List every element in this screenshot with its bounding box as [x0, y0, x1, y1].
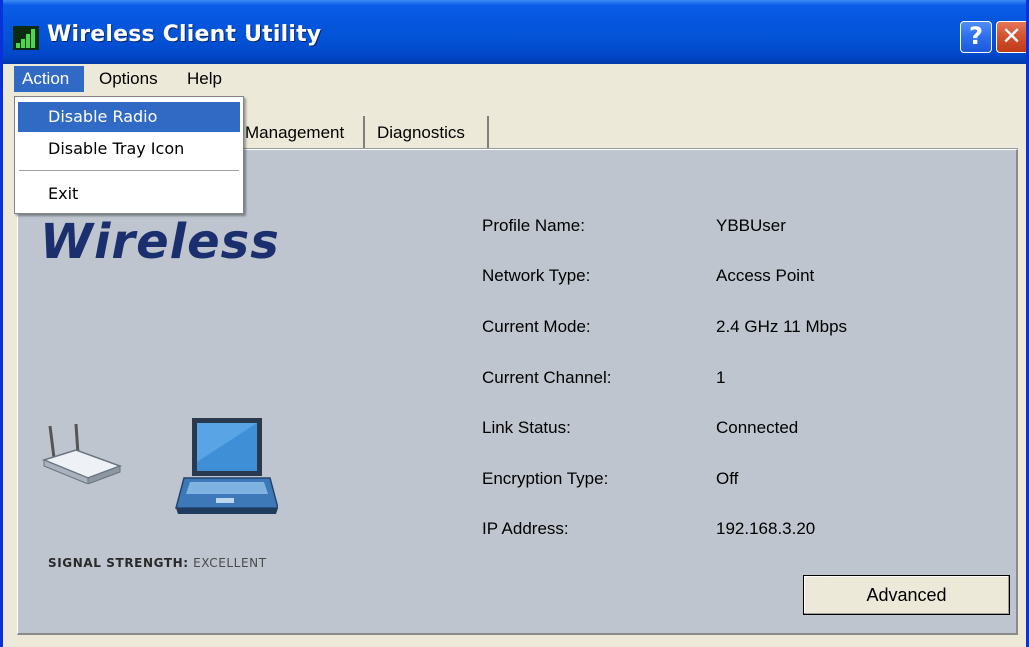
help-button[interactable]: ? [960, 21, 992, 53]
current-mode-value: 2.4 GHz 11 Mbps [716, 317, 848, 336]
menu-item-disable-radio[interactable]: Disable Radio [18, 102, 240, 132]
tab-management[interactable]: Management [243, 116, 365, 149]
network-type-label: Network Type: [482, 266, 591, 285]
link-status-label: Link Status: [482, 418, 571, 437]
wireless-signal-icon [13, 26, 39, 50]
menu-item-exit[interactable]: Exit [18, 179, 240, 209]
laptop-icon [175, 418, 278, 514]
title-bar[interactable]: Wireless Client Utility ? ✕ [3, 0, 1026, 64]
menu-separator [19, 170, 239, 171]
current-channel-value: 1 [716, 368, 726, 387]
encryption-type-value: Off [716, 469, 739, 488]
menu-action[interactable]: Action [14, 66, 84, 92]
encryption-type-label: Encryption Type: [482, 469, 609, 488]
ip-address-value: 192.168.3.20 [716, 519, 816, 538]
router-icon [42, 423, 123, 484]
action-menu-dropdown: Disable Radio Disable Tray Icon Exit [14, 96, 244, 214]
ip-address-label: IP Address: [482, 519, 569, 538]
window-title: Wireless Client Utility [47, 22, 322, 47]
current-channel-label: Current Channel: [482, 368, 612, 387]
network-type-value: Access Point [716, 266, 815, 285]
menu-item-disable-tray-icon[interactable]: Disable Tray Icon [18, 134, 240, 164]
profile-name-value: YBBUser [716, 216, 786, 235]
signal-strength: SIGNAL STRENGTH: EXCELLENT [48, 556, 267, 570]
menu-help[interactable]: Help [179, 66, 230, 92]
current-mode-label: Current Mode: [482, 317, 591, 336]
brand-wordmark: Wireless [40, 214, 280, 270]
link-status-value: Connected [716, 418, 799, 437]
tab-diagnostics[interactable]: Diagnostics [373, 116, 489, 149]
signal-strength-label: SIGNAL STRENGTH: [48, 556, 189, 570]
close-button[interactable]: ✕ [996, 21, 1026, 53]
window-bottom-edge [3, 637, 1026, 647]
signal-strength-value: EXCELLENT [193, 556, 267, 570]
menu-bar: Action Options Help [3, 64, 1026, 94]
advanced-button[interactable]: Advanced [803, 575, 1010, 615]
menu-options[interactable]: Options [91, 66, 166, 92]
status-panel: Wireless SIGNAL STRENGTH: EXCELLENT Prof… [17, 149, 1018, 635]
app-window: Wireless Client Utility ? ✕ Action Optio… [0, 0, 1029, 647]
profile-name-label: Profile Name: [482, 216, 585, 235]
